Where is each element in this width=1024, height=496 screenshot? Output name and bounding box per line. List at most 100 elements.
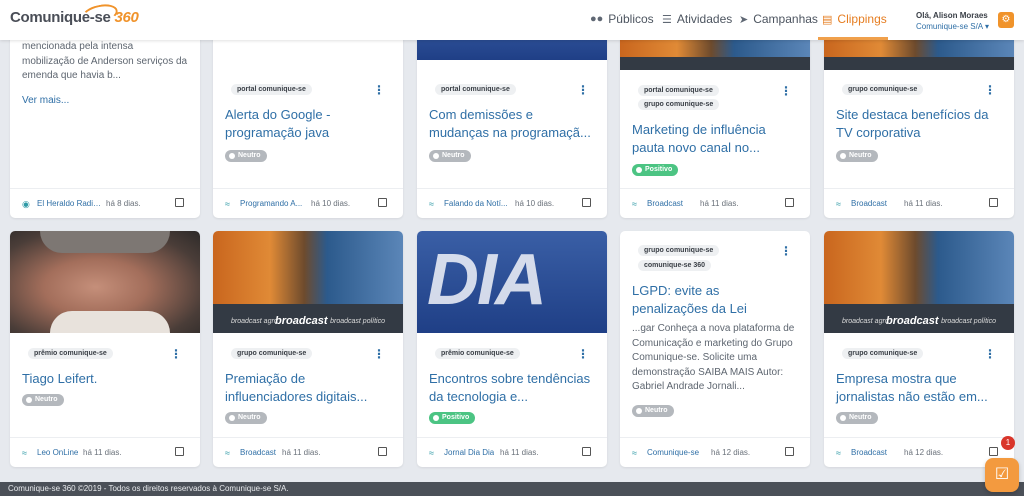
- badge-label: Neutro: [849, 414, 872, 421]
- select-checkbox[interactable]: [785, 198, 794, 207]
- card-source[interactable]: Broadcast: [851, 448, 887, 457]
- clipping-card[interactable]: grupo comunique-se ⋮ Site destaca benefí…: [824, 22, 1014, 218]
- card-title[interactable]: Premiação de influenciadores digitais...: [225, 370, 391, 406]
- sentiment-badge: Positivo: [632, 164, 679, 176]
- more-options-icon[interactable]: ⋮: [780, 245, 792, 257]
- settings-gear-button[interactable]: ⚙: [998, 12, 1014, 28]
- sentiment-badge: Neutro: [632, 405, 674, 417]
- card-footer: ≈ Jornal Dia Dia há 11 dias.: [417, 437, 607, 467]
- badge-label: Neutro: [849, 152, 872, 159]
- more-options-icon[interactable]: ⋮: [373, 84, 385, 96]
- more-options-icon[interactable]: ⋮: [984, 84, 996, 96]
- select-checkbox[interactable]: [785, 447, 794, 456]
- card-source[interactable]: Broadcast: [240, 448, 276, 457]
- card-source[interactable]: Broadcast: [647, 199, 683, 208]
- thumb-shirt: [50, 311, 170, 333]
- nav-campanhas[interactable]: ➤ Campanhas: [739, 12, 818, 26]
- select-checkbox[interactable]: [989, 447, 998, 456]
- user-org[interactable]: Comunique-se S/A ▾: [916, 21, 989, 32]
- card-source[interactable]: El Heraldo Radio...: [37, 199, 103, 208]
- clipping-card[interactable]: portal comunique-se ⋮ Com demissões e mu…: [417, 22, 607, 218]
- nav-clippings[interactable]: ▤ Clippings: [822, 12, 887, 26]
- card-title[interactable]: Empresa mostra que jornalistas não estão…: [836, 370, 1002, 406]
- clipping-card[interactable]: broadcast agro broadcast broadcast polít…: [824, 231, 1014, 467]
- badge-label: Neutro: [645, 407, 668, 414]
- more-options-icon[interactable]: ⋮: [577, 84, 589, 96]
- clipping-card[interactable]: prêmio comunique-se ⋮ Tiago Leifert. Neu…: [10, 231, 200, 467]
- nav-atividades[interactable]: ☰ Atividades: [662, 12, 732, 26]
- wifi-source-icon: ≈: [225, 199, 230, 209]
- more-options-icon[interactable]: ⋮: [984, 348, 996, 360]
- card-title[interactable]: Alerta do Google - programação java: [225, 106, 391, 142]
- select-checkbox[interactable]: [378, 198, 387, 207]
- card-footer: ≈ Comunique-se há 12 dias.: [620, 437, 810, 467]
- clipping-card[interactable]: portal comunique-se grupo comunique-se ⋮…: [620, 22, 810, 218]
- card-title[interactable]: Marketing de influência pauta novo canal…: [632, 121, 798, 157]
- chat-button[interactable]: ☑: [985, 458, 1019, 492]
- card-age: há 10 dias.: [311, 199, 351, 208]
- wifi-source-icon: ≈: [632, 448, 637, 458]
- select-checkbox[interactable]: [378, 447, 387, 456]
- thumb-label-politico: broadcast político: [330, 318, 385, 325]
- select-checkbox[interactable]: [989, 198, 998, 207]
- card-source[interactable]: Comunique-se: [647, 448, 699, 457]
- card-tag: grupo comunique-se: [638, 99, 720, 110]
- card-title[interactable]: LGPD: evite as penalizações da Lei: [632, 282, 798, 318]
- clipping-card[interactable]: portal comunique-se ⋮ Alerta do Google -…: [213, 22, 403, 218]
- card-title[interactable]: Site destaca benefícios da TV corporativ…: [836, 106, 1002, 142]
- user-menu[interactable]: Olá, Alison Moraes Comunique-se S/A ▾: [916, 10, 989, 32]
- clipping-card[interactable]: mencionada pela intensa mobilização de A…: [10, 22, 200, 218]
- card-footer: ◉ El Heraldo Radio... há 8 dias.: [10, 188, 200, 218]
- more-options-icon[interactable]: ⋮: [170, 348, 182, 360]
- card-source[interactable]: Broadcast: [851, 199, 887, 208]
- badge-dot-icon: [229, 415, 235, 421]
- card-footer: ≈ Programando A... há 10 dias.: [213, 188, 403, 218]
- card-tag: grupo comunique-se: [842, 348, 924, 359]
- card-tag: portal comunique-se: [231, 84, 312, 95]
- select-checkbox[interactable]: [582, 447, 591, 456]
- select-checkbox[interactable]: [175, 447, 184, 456]
- clipping-card[interactable]: grupo comunique-se comunique-se 360 ⋮ LG…: [620, 231, 810, 467]
- badge-dot-icon: [433, 415, 439, 421]
- nav-publicos[interactable]: ●● Públicos: [590, 12, 654, 26]
- select-checkbox[interactable]: [175, 198, 184, 207]
- logo-number: 360: [114, 9, 139, 26]
- card-title[interactable]: Com demissões e mudanças na programaçã..…: [429, 106, 595, 142]
- card-title[interactable]: Tiago Leifert.: [22, 370, 188, 388]
- clipping-card[interactable]: DIA prêmio comunique-se ⋮ Encontros sobr…: [417, 231, 607, 467]
- card-age: há 10 dias.: [515, 199, 555, 208]
- page-footer: Comunique-se 360 ©2019 - Todos os direit…: [0, 482, 1024, 496]
- card-tag: comunique-se 360: [638, 260, 712, 271]
- gear-icon: ⚙: [1001, 14, 1011, 25]
- see-more-link[interactable]: Ver mais...: [22, 95, 69, 106]
- badge-label: Positivo: [442, 414, 470, 421]
- card-age: há 11 dias.: [700, 199, 739, 208]
- badge-dot-icon: [636, 408, 642, 414]
- user-org-label: Comunique-se S/A: [916, 22, 983, 31]
- more-options-icon[interactable]: ⋮: [780, 85, 792, 97]
- badge-dot-icon: [433, 153, 439, 159]
- more-options-icon[interactable]: ⋮: [577, 348, 589, 360]
- card-footer: ≈ Broadcast há 11 dias.: [213, 437, 403, 467]
- wifi-source-icon: ≈: [429, 199, 434, 209]
- card-source[interactable]: Jornal Dia Dia: [444, 448, 494, 457]
- card-age: há 12 dias.: [904, 448, 944, 457]
- card-excerpt: mencionada pela intensa mobilização de A…: [22, 41, 188, 81]
- card-tag: grupo comunique-se: [842, 84, 924, 95]
- select-checkbox[interactable]: [582, 198, 591, 207]
- card-thumbnail: [10, 231, 200, 333]
- card-source[interactable]: Falando da Notí...: [444, 199, 508, 208]
- sentiment-badge: Positivo: [429, 412, 476, 424]
- clipping-card[interactable]: broadcast agro broadcast broadcast polít…: [213, 231, 403, 467]
- badge-dot-icon: [840, 415, 846, 421]
- card-tag: grupo comunique-se: [638, 245, 720, 256]
- card-source[interactable]: Programando A...: [240, 199, 302, 208]
- more-options-icon[interactable]: ⋮: [373, 348, 385, 360]
- card-title[interactable]: Encontros sobre tendências da tecnologia…: [429, 370, 595, 406]
- wifi-source-icon: ≈: [632, 199, 637, 209]
- badge-dot-icon: [840, 153, 846, 159]
- sentiment-badge: Neutro: [836, 412, 878, 424]
- logo[interactable]: Comunique-se 360: [10, 1, 139, 27]
- card-source[interactable]: Leo OnLine: [37, 448, 78, 457]
- card-footer: ≈ Broadcast há 11 dias.: [620, 188, 810, 218]
